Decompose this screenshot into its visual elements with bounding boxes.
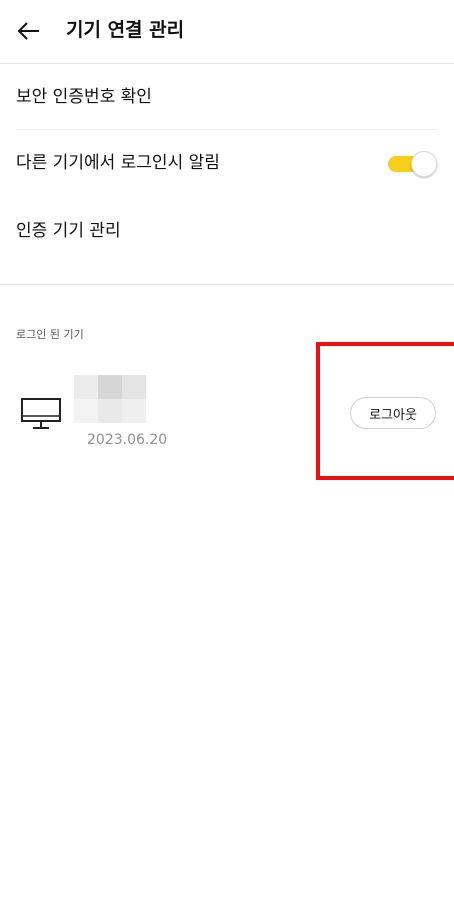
row-divider bbox=[16, 129, 436, 130]
page-title: 기기 연결 관리 bbox=[66, 19, 185, 41]
app-header: 기기 연결 관리 bbox=[0, 0, 454, 64]
device-login-date: 2023.06.20 bbox=[87, 432, 168, 448]
login-alert-toggle[interactable] bbox=[388, 151, 437, 177]
section-divider bbox=[0, 284, 454, 285]
back-arrow-icon bbox=[17, 22, 39, 40]
login-alert-item: 다른 기기에서 로그인시 알림 bbox=[16, 153, 220, 173]
auth-device-manage-item[interactable]: 인증 기기 관리 bbox=[16, 218, 438, 244]
monitor-icon bbox=[21, 398, 61, 429]
device-name-redacted bbox=[74, 375, 146, 423]
header-divider bbox=[0, 63, 454, 64]
security-code-item[interactable]: 보안 인증번호 확인 bbox=[16, 84, 438, 110]
highlight-box bbox=[316, 342, 454, 480]
logged-in-devices-label: 로그인 된 기기 bbox=[16, 328, 84, 341]
back-button[interactable] bbox=[14, 16, 44, 46]
toggle-knob bbox=[411, 151, 437, 177]
